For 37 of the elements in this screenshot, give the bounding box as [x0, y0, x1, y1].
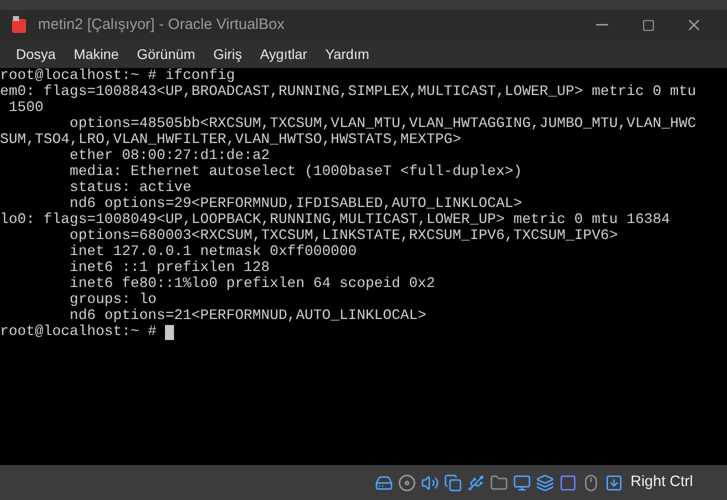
maximize-icon: [642, 18, 654, 32]
disc-icon[interactable]: [398, 474, 416, 492]
terminal-line: groups: lo: [68, 292, 157, 308]
terminal-line: root@localhost:~ # ifconfig: [0, 68, 235, 84]
cursor: [165, 324, 174, 340]
menu-item[interactable]: Aygıtlar: [252, 44, 316, 64]
terminal-prompt: root@localhost:~ #: [0, 324, 158, 340]
menu-item[interactable]: Dosya: [8, 44, 64, 64]
terminal-line: options=680003<RXCSUM,TXCSUM,LINKSTATE,RXCSUM_IPV6,TXCSUM_IPV6>: [68, 228, 618, 244]
menu-item[interactable]: Giriş: [205, 44, 250, 64]
menu-item[interactable]: Makine: [66, 44, 127, 64]
speaker-icon[interactable]: [421, 474, 440, 492]
window-title: metin2 [Çalışıyor] - Oracle VirtualBox: [38, 14, 284, 35]
terminal-line: status: active: [68, 180, 192, 196]
menu-item[interactable]: Yardım: [317, 44, 378, 64]
folder-icon[interactable]: [490, 474, 508, 492]
arrow-down-icon[interactable]: [605, 474, 624, 492]
menu-item[interactable]: Görünüm: [128, 44, 204, 64]
terminal-line: nd6 options=29<PERFORMNUD,IFDISABLED,AUTO_LINKLOCAL>: [68, 196, 522, 212]
minimize-icon: [596, 24, 608, 26]
terminal-line: inet 127.0.0.1 netmask 0xff000000: [68, 244, 357, 260]
terminal-line: 1500: [8, 100, 44, 116]
terminal-line: SUM,TSO4,LRO,VLAN_HWFILTER,VLAN_HWTSO,HWSTATS,MEXTPG>: [0, 132, 462, 148]
terminal-line: inet6 ::1 prefixlen 128: [68, 260, 270, 276]
terminal-line: nd6 options=21<PERFORMNUD,AUTO_LINKLOCAL>: [68, 308, 426, 324]
windows-icon[interactable]: [444, 474, 462, 492]
usb-icon[interactable]: [467, 474, 486, 492]
terminal-line: em0: flags=1008843<UP,BROADCAST,RUNNING,SIMPLEX,MULTICAST,LOWER_UP> metric 0 mtu: [0, 84, 696, 100]
hard-drive-icon[interactable]: [375, 474, 394, 492]
monitor-icon[interactable]: [513, 474, 532, 492]
host-key-label: Right Ctrl: [630, 472, 693, 492]
terminal-line: ether 08:00:27:d1:de:a2: [68, 148, 270, 164]
terminal-line: lo0: flags=1008049<UP,LOOPBACK,RUNNING,MULTICAST,LOWER_UP> metric 0 mtu 16384: [0, 212, 670, 228]
terminal-line: inet6 fe80::1%lo0 prefixlen 64 scopeid 0x2: [68, 276, 436, 292]
terminal-line: media: Ethernet autoselect (1000baseT <full-duplex>): [68, 164, 522, 180]
terminal-line: options=48505bb<RXCSUM,TXCSUM,VLAN_MTU,VLAN_HWTAGGING,JUMBO_MTU,VLAN_HWC: [68, 116, 696, 132]
layers-icon[interactable]: [536, 474, 554, 492]
